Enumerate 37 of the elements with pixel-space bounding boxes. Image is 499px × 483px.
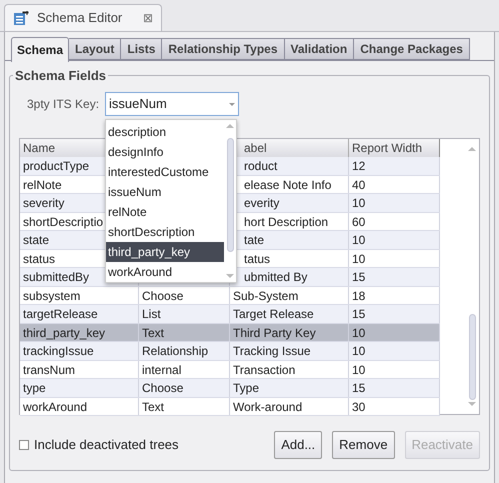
table-cell: 18 [349,286,440,304]
table-cell: Type [230,379,349,396]
table-cell: third_party_key [20,324,139,341]
table-cell: 40 [349,176,440,193]
table-cell: workAround [20,398,139,415]
table-cell: Text [139,398,230,415]
table-cell: 10 [349,360,440,378]
table-cell: 12 [349,157,440,174]
table-cell: Choose [139,379,230,396]
table-cell: 15 [349,268,440,286]
table-cell: 10 [349,324,440,341]
table-cell: Text [139,324,230,341]
table-cell: Transaction [230,360,349,378]
table-cell: 15 [349,305,440,322]
table-cell: List [139,305,230,322]
table-cell: Sub-System [230,286,349,304]
key-label: 3pty ITS Key: [27,96,100,113]
table-cell: 10 [349,250,440,267]
table-cell: targetRelease [20,305,139,322]
table-cell: subsystem [20,286,139,304]
table-cell: Third Party Key [230,324,349,341]
table-cell: 10 [349,231,440,248]
table-cell: 15 [349,379,440,396]
table-cell: 10 [349,194,440,212]
table-cell: Choose [139,286,230,304]
table-cell: trackingIssue [20,342,139,360]
table-cell: Work-around [230,398,349,415]
table-cell: internal [139,360,230,378]
table-cell: 30 [349,398,440,415]
table-cell: type [20,379,139,396]
editor-tab-title: Schema Editor [37,9,122,28]
table-cell: Relationship [139,342,230,360]
table-cell: 60 [349,212,440,230]
table-cell: 10 [349,342,440,360]
table-cell: Target Release [230,305,349,322]
table-cell: Tracking Issue [230,342,349,360]
table-cell: transNum [20,360,139,378]
